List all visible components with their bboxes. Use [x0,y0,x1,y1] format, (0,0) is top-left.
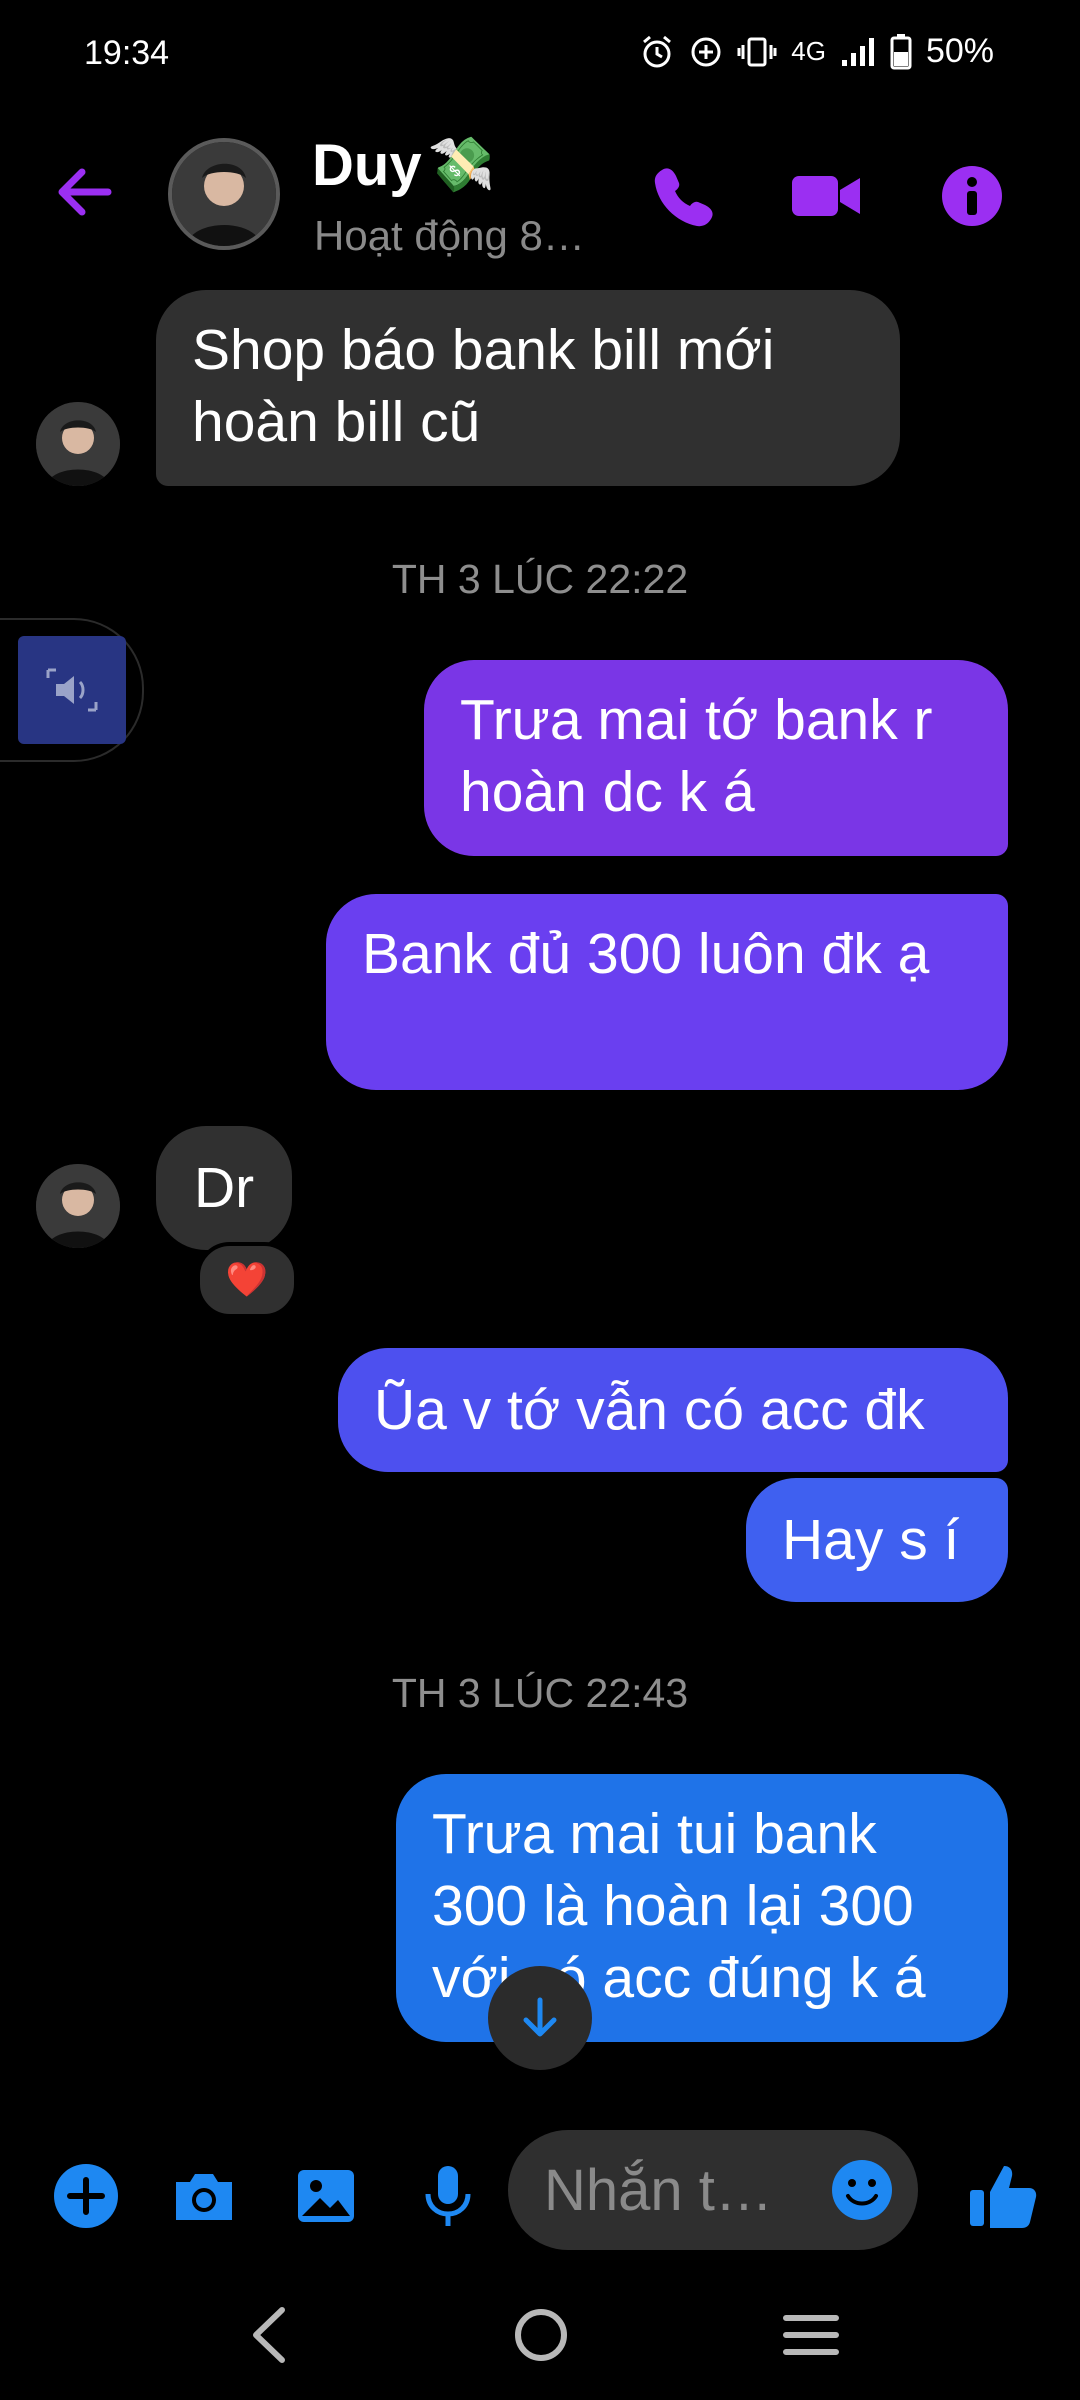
scroll-to-bottom-button[interactable] [488,1966,592,2070]
thumbs-up-icon[interactable] [962,2156,1042,2236]
battery-level: 50% [925,32,994,70]
plus-icon[interactable] [48,2158,124,2234]
message-input[interactable] [544,2154,804,2226]
reaction-emoji: ❤️ [225,1261,269,1299]
timestamp-divider: TH 3 LÚC 22:22 [391,556,689,602]
heart-reaction[interactable]: ❤️ [196,1242,298,1318]
nav-back-icon[interactable] [226,2300,316,2370]
message-text: Ũa v tớ vẫn có acc đk [374,1378,925,1442]
message-bubble-outgoing[interactable]: Ũa v tớ vẫn có acc đk [338,1348,1008,1472]
vibrate-icon [737,37,777,66]
info-icon[interactable] [936,160,1008,232]
gallery-icon[interactable] [290,2160,362,2232]
timestamp-divider: TH 3 LÚC 22:43 [391,1670,689,1716]
message-bubble-incoming[interactable]: Dr [156,1126,292,1250]
signal-icon [841,37,874,66]
emoji-icon[interactable] [828,2156,896,2224]
money-wings-emoji: 💸 [427,135,495,195]
sender-avatar[interactable] [36,402,120,486]
message-composer[interactable] [508,2130,918,2250]
nav-menu-icon[interactable] [766,2300,856,2370]
arrow-down-icon [523,1997,557,2037]
nav-home-icon[interactable] [496,2300,586,2370]
status-icons: 4G 50% [639,32,994,71]
contact-name-row[interactable]: Duy 💸 [312,132,495,199]
message-text: Shop báo bank bill mới hoàn bill cũ [192,318,775,454]
back-arrow-icon[interactable] [52,160,116,224]
data-saver-icon [691,37,721,66]
network-type: 4G [791,36,826,66]
camera-icon[interactable] [168,2160,240,2232]
status-time: 19:34 [84,34,170,72]
active-status: Hoạt động 8… [314,212,585,259]
battery-icon [890,33,912,69]
microphone-icon[interactable] [412,2160,484,2232]
alarm-icon [643,35,672,67]
message-bubble-outgoing[interactable]: Trưa mai tui bank 300 là hoàn lại 300 vớ… [396,1774,1008,2042]
message-bubble-outgoing[interactable]: Bank đủ 300 luôn đk ạ [326,894,1008,1090]
contact-avatar[interactable] [168,138,280,250]
message-text: Hay s í [782,1508,960,1572]
contact-name: Duy [312,133,422,198]
sender-avatar[interactable] [36,1164,120,1248]
message-text: Trưa mai tớ bank r hoàn dc k á [460,688,933,824]
speaker-icon [46,668,98,712]
volume-button[interactable] [18,636,126,744]
message-text: Dr [194,1156,255,1220]
video-call-icon[interactable] [788,160,864,232]
message-bubble-outgoing[interactable]: Trưa mai tớ bank r hoàn dc k á [424,660,1008,856]
message-bubble-outgoing[interactable]: Hay s í [746,1478,1008,1602]
message-bubble-incoming[interactable]: Shop báo bank bill mới hoàn bill cũ [156,290,900,486]
message-text: Bank đủ 300 luôn đk ạ [362,922,930,986]
phone-icon[interactable] [648,160,720,232]
